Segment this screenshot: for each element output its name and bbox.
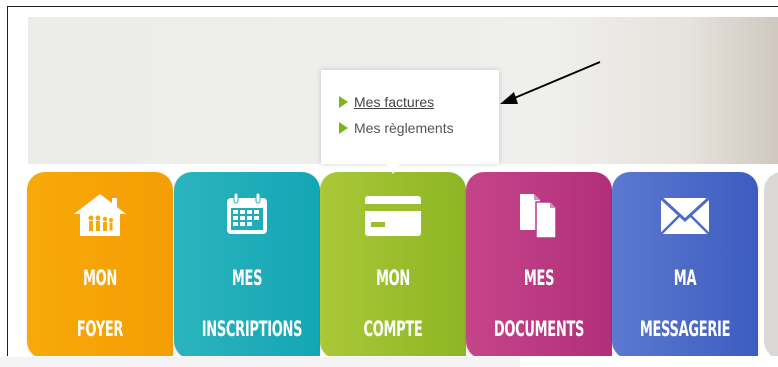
annotation-arrow-icon [500,61,601,104]
